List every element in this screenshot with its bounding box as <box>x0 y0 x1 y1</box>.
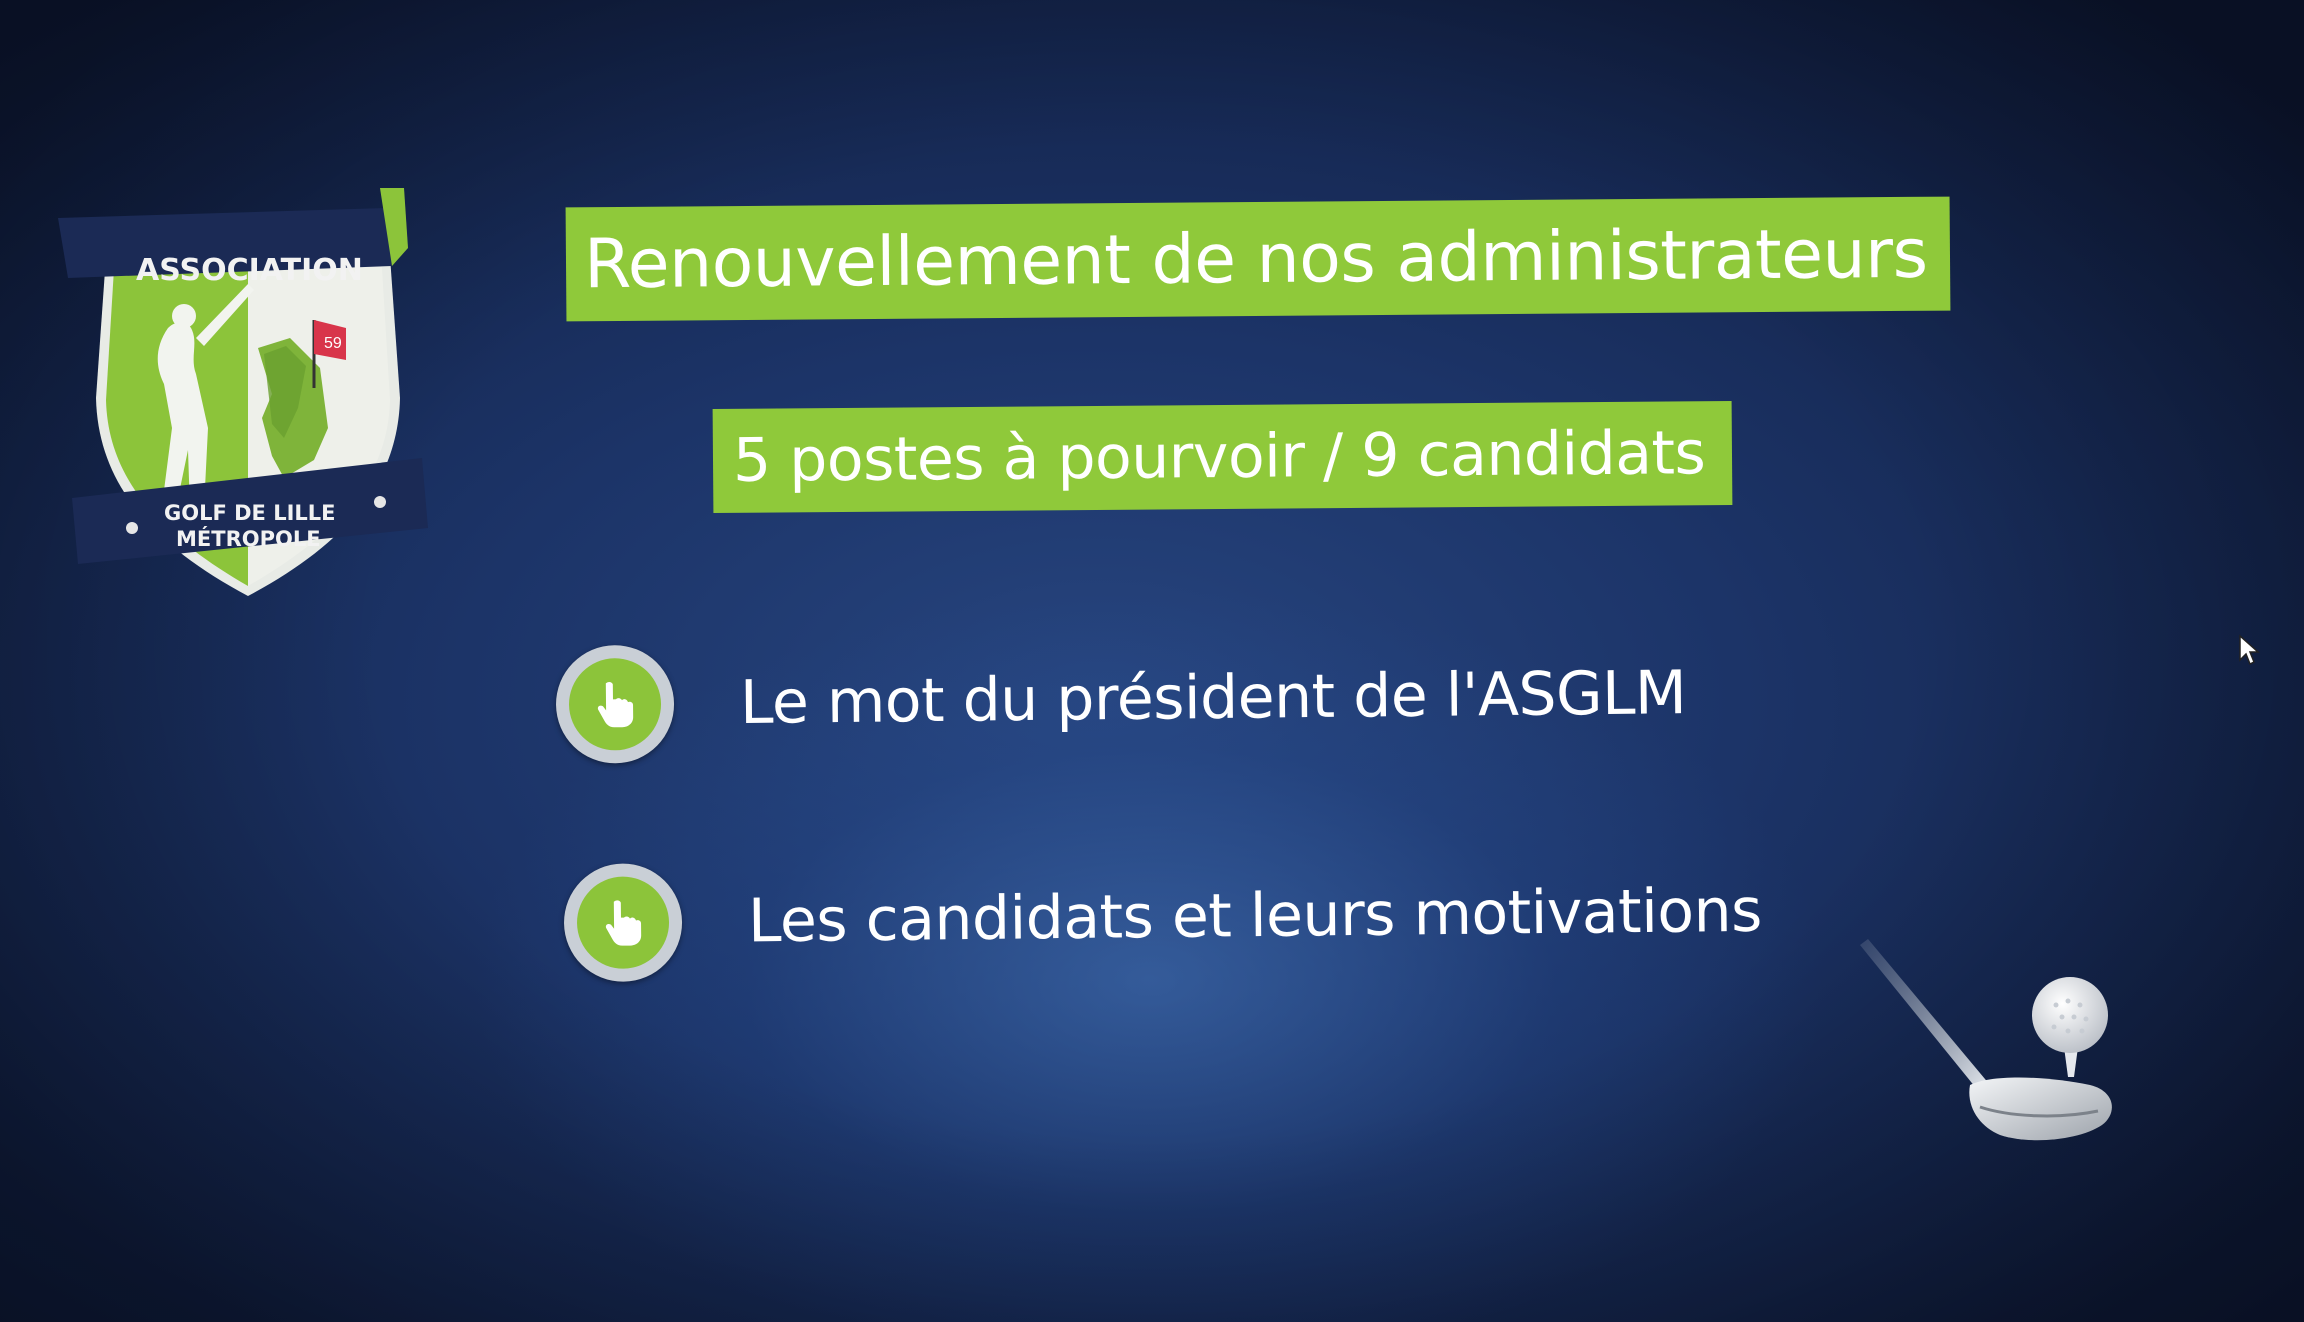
logo-bottom-line2: MÉTROPOLE <box>176 526 321 551</box>
menu-label-candidates[interactable]: Les candidats et leurs motivations <box>748 876 1762 957</box>
logo-top-text: ASSOCIATION <box>136 253 363 288</box>
title-banner: Renouvellement de nos administrateurs <box>565 196 1951 322</box>
subtitle-banner: 5 postes à pourvoir / 9 candidats <box>712 401 1733 513</box>
slide-title: Renouvellement de nos administrateurs <box>583 214 1928 304</box>
menu-label-president[interactable]: Le mot du président de l'ASGLM <box>740 658 1687 738</box>
menu-item-president-message[interactable]: Le mot du président de l'ASGLM <box>555 634 1687 764</box>
menu-button-president[interactable] <box>555 644 675 764</box>
pointer-hand-icon <box>605 900 642 946</box>
menu-button-candidates[interactable] <box>563 863 683 983</box>
logo-bottom-line1: GOLF DE LILLE <box>164 501 336 525</box>
association-logo: 59 ASSOCIATION GOLF DE LILLE MÉTROPOLE <box>58 188 428 596</box>
menu-item-candidates[interactable]: Les candidats et leurs motivations <box>563 852 1762 983</box>
logo-badge-number: 59 <box>324 335 342 352</box>
golf-ball-icon <box>2032 977 2108 1053</box>
pointer-hand-icon <box>597 681 634 728</box>
mouse-cursor-icon <box>2239 634 2260 666</box>
golf-club-icon <box>1860 939 2112 1141</box>
slide-subtitle: 5 postes à pourvoir / 9 candidats <box>732 418 1706 496</box>
presentation-slide: 59 ASSOCIATION GOLF DE LILLE MÉTROPOLE R… <box>0 0 2304 1322</box>
